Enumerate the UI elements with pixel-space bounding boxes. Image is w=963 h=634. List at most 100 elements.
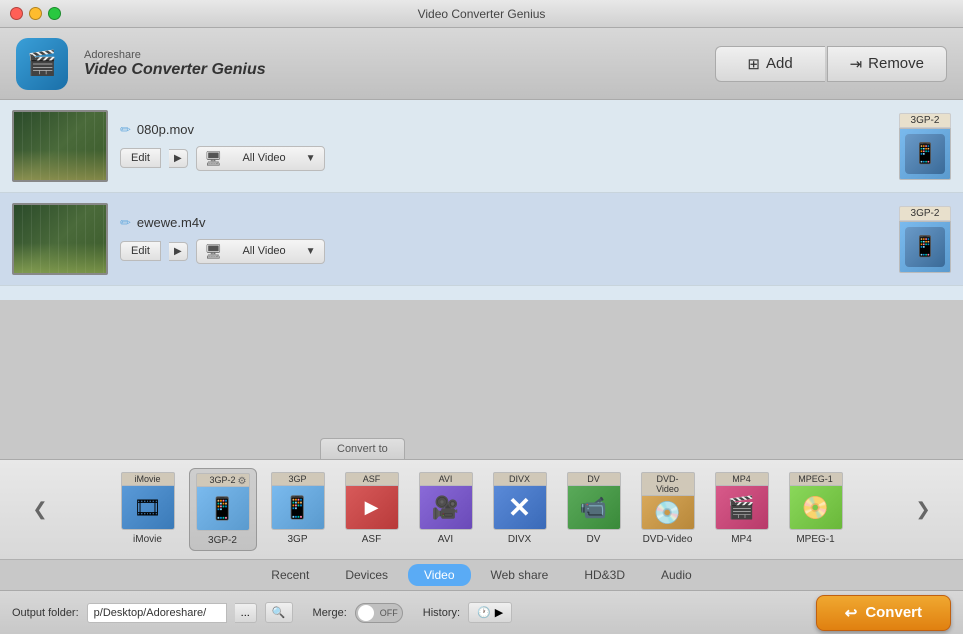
format-top-label: MPEG-1: [789, 472, 843, 486]
tab-webshare[interactable]: Web share: [475, 564, 565, 586]
file-controls: Edit ▶ 🖥 All Video ▼: [120, 146, 887, 171]
pencil-icon: ✏: [120, 215, 131, 231]
format-badge-mpeg1: MPEG-1 📀: [787, 472, 845, 530]
format-item-3gp2[interactable]: 3GP-2⚙ 📱 3GP-2: [189, 468, 257, 551]
badge-icon-1: 📱: [899, 221, 951, 273]
format-top-label: AVI: [419, 472, 473, 486]
format-icons-row: iMovie 🎞 iMovie 3GP-2⚙ 📱 3GP-2: [50, 468, 913, 551]
format-icon: 🖥: [205, 150, 223, 167]
browse-button[interactable]: ...: [235, 603, 257, 623]
format-badge-dvd: DVD-Video 💿: [639, 472, 697, 530]
output-path-display[interactable]: p/Desktop/Adoreshare/: [87, 603, 227, 623]
format-label: 3GP: [287, 534, 307, 545]
file-list-area: ✏ 080p.mov Edit ▶ 🖥 All Video ▼ 3GP-2 📱: [0, 100, 963, 300]
app-name-block: Adoreshare Video Converter Genius: [84, 49, 699, 79]
format-item-imovie[interactable]: iMovie 🎞 iMovie: [115, 468, 181, 551]
file-thumbnail: [12, 203, 108, 275]
badge-icon-inner: 📱: [905, 134, 945, 174]
format-icon-box: 📹: [567, 486, 621, 530]
output-folder-label: Output folder:: [12, 607, 79, 619]
edit-arrow-button-1[interactable]: ▶: [169, 242, 188, 261]
close-button[interactable]: [10, 7, 23, 20]
file-name: ewewe.m4v: [137, 215, 206, 230]
bottom-bar: Output folder: p/Desktop/Adoreshare/ ...…: [0, 590, 963, 634]
format-label-0: All Video: [242, 152, 285, 164]
remove-button[interactable]: ⇥ Remove: [827, 46, 947, 82]
tab-audio[interactable]: Audio: [645, 564, 708, 586]
edit-arrow-button-0[interactable]: ▶: [169, 149, 188, 168]
format-item-mp4[interactable]: MP4 🎬 MP4: [709, 468, 775, 551]
edit-button-0[interactable]: Edit: [120, 148, 161, 168]
file-name-row: ✏ 080p.mov: [120, 122, 887, 138]
tab-recent[interactable]: Recent: [255, 564, 325, 586]
convert-button[interactable]: ↩ Convert: [816, 595, 951, 631]
file-item: ✏ 080p.mov Edit ▶ 🖥 All Video ▼ 3GP-2 📱: [0, 100, 963, 193]
window-controls: [10, 7, 61, 20]
header: 🎬 Adoreshare Video Converter Genius ⊞ Ad…: [0, 28, 963, 100]
format-icon: 🖥: [205, 243, 223, 260]
history-button[interactable]: 🕐 ▶: [468, 602, 512, 623]
scroll-right-arrow[interactable]: ❯: [913, 480, 933, 540]
format-item-divx[interactable]: DIVX ✕ DIVX: [487, 468, 553, 551]
remove-label: Remove: [868, 55, 924, 72]
format-label: DVD-Video: [643, 534, 693, 545]
merge-toggle[interactable]: OFF: [355, 603, 403, 623]
main-content: ✏ 080p.mov Edit ▶ 🖥 All Video ▼ 3GP-2 📱: [0, 100, 963, 634]
format-icon-box: 🎥: [419, 486, 473, 530]
edit-button-1[interactable]: Edit: [120, 241, 161, 261]
format-item-3gp[interactable]: 3GP 📱 3GP: [265, 468, 331, 551]
badge-icon-inner: 📱: [905, 227, 945, 267]
file-item: ✏ ewewe.m4v Edit ▶ 🖥 All Video ▼ 3GP-2 📱: [0, 193, 963, 286]
minimize-button[interactable]: [29, 7, 42, 20]
format-icon-box: 📀: [789, 486, 843, 530]
format-dropdown-0[interactable]: 🖥 All Video ▼: [196, 146, 325, 171]
format-top-label: ASF: [345, 472, 399, 486]
remove-icon: ⇥: [850, 55, 863, 73]
tab-video[interactable]: Video: [408, 564, 470, 586]
header-buttons: ⊞ Add ⇥ Remove: [715, 46, 947, 82]
format-item-mpeg1[interactable]: MPEG-1 📀 MPEG-1: [783, 468, 849, 551]
format-item-dvd[interactable]: DVD-Video 💿 DVD-Video: [635, 468, 701, 551]
search-button[interactable]: 🔍: [265, 602, 293, 623]
format-label-1: All Video: [242, 245, 285, 257]
scroll-left-arrow[interactable]: ❮: [30, 480, 50, 540]
format-icon-box: ▶: [345, 486, 399, 530]
toggle-knob: [358, 605, 374, 621]
file-controls: Edit ▶ 🖥 All Video ▼: [120, 239, 887, 264]
history-icon: 🕐: [477, 606, 491, 619]
format-icon-box: ✕: [493, 486, 547, 530]
format-badge-divx: DIVX ✕: [491, 472, 549, 530]
tab-devices[interactable]: Devices: [329, 564, 404, 586]
badge-icon-0: 📱: [899, 128, 951, 180]
maximize-button[interactable]: [48, 7, 61, 20]
empty-area: [0, 300, 963, 430]
tab-hd3d[interactable]: HD&3D: [568, 564, 641, 586]
file-info: ✏ 080p.mov Edit ▶ 🖥 All Video ▼: [120, 122, 887, 171]
format-badge-imovie: iMovie 🎞: [119, 472, 177, 530]
search-icon: 🔍: [272, 607, 286, 619]
add-icon: ⊞: [747, 55, 760, 73]
format-badge-asf: ASF ▶: [343, 472, 401, 530]
format-badge-dv: DV 📹: [565, 472, 623, 530]
format-top-label: DV: [567, 472, 621, 486]
title-bar: Video Converter Genius: [0, 0, 963, 28]
file-name-row: ✏ ewewe.m4v: [120, 215, 887, 231]
format-item-dv[interactable]: DV 📹 DV: [561, 468, 627, 551]
format-label: DIVX: [508, 534, 531, 545]
format-label: MP4: [731, 534, 752, 545]
convert-icon: ↩: [845, 604, 858, 622]
format-item-avi[interactable]: AVI 🎥 AVI: [413, 468, 479, 551]
history-label: History:: [423, 607, 460, 619]
add-button[interactable]: ⊞ Add: [715, 46, 825, 82]
format-top-label: MP4: [715, 472, 769, 486]
format-dropdown-1[interactable]: 🖥 All Video ▼: [196, 239, 325, 264]
badge-label-1: 3GP-2: [899, 206, 951, 221]
format-badge-mp4: MP4 🎬: [713, 472, 771, 530]
format-top-label: iMovie: [121, 472, 175, 486]
convert-to-tab: Convert to: [320, 438, 405, 459]
format-icon-box: 💿: [641, 496, 695, 530]
toggle-state: OFF: [380, 608, 398, 618]
format-badge-3gp2: 3GP-2⚙ 📱: [194, 473, 252, 531]
format-item-asf[interactable]: ASF ▶ ASF: [339, 468, 405, 551]
format-label: 3GP-2: [208, 535, 237, 546]
